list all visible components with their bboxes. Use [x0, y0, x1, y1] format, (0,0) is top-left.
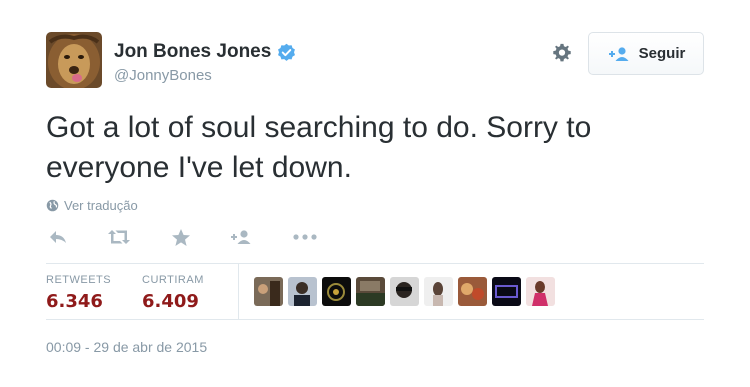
globe-icon [46, 199, 59, 212]
tweet-text: Got a lot of soul searching to do. Sorry… [46, 111, 592, 184]
add-user-icon [608, 46, 629, 61]
user-handle[interactable]: @JonnyBones [114, 67, 212, 84]
favoriter-avatar[interactable] [288, 277, 317, 306]
retweets-label: RETWEETS [46, 274, 112, 286]
retweets-count: 6.346 [46, 291, 103, 312]
favoriter-avatar[interactable] [424, 277, 453, 306]
tweet-timestamp[interactable]: 00:09 - 29 de abr de 2015 [46, 339, 207, 355]
likes-count: 6.409 [142, 291, 199, 312]
avatar[interactable] [46, 32, 102, 88]
user-fullname[interactable]: Jon Bones Jones [114, 41, 271, 63]
verified-badge-icon [278, 43, 296, 61]
retweet-icon[interactable] [106, 224, 132, 250]
follow-icon[interactable] [229, 224, 253, 250]
favoriters-avatars [254, 277, 560, 306]
avatar-image [46, 32, 102, 88]
retweets-stat[interactable]: RETWEETS 6.346 [46, 274, 111, 312]
translate-link[interactable]: Ver tradução [46, 198, 138, 213]
favoriter-avatar[interactable] [356, 277, 385, 306]
favoriter-avatar[interactable] [526, 277, 555, 306]
follow-button-label: Seguir [638, 45, 686, 62]
likes-stat[interactable]: CURTIRAM 6.409 [142, 274, 204, 312]
follow-button[interactable]: Seguir [588, 32, 704, 75]
favorite-icon[interactable] [171, 224, 191, 250]
more-icon[interactable] [293, 224, 317, 250]
favoriter-avatar[interactable] [492, 277, 521, 306]
stats-divider [238, 264, 239, 320]
user-name-row[interactable]: Jon Bones Jones [114, 41, 296, 63]
favoriter-avatar[interactable] [322, 277, 351, 306]
favoriter-avatar[interactable] [390, 277, 419, 306]
likes-label: CURTIRAM [142, 274, 204, 286]
favoriter-avatar[interactable] [458, 277, 487, 306]
tweet-stats: RETWEETS 6.346 CURTIRAM 6.409 [46, 263, 704, 320]
translate-label[interactable]: Ver tradução [64, 198, 138, 213]
reply-icon[interactable] [48, 224, 68, 250]
favoriter-avatar[interactable] [254, 277, 283, 306]
gear-icon[interactable] [551, 42, 573, 64]
